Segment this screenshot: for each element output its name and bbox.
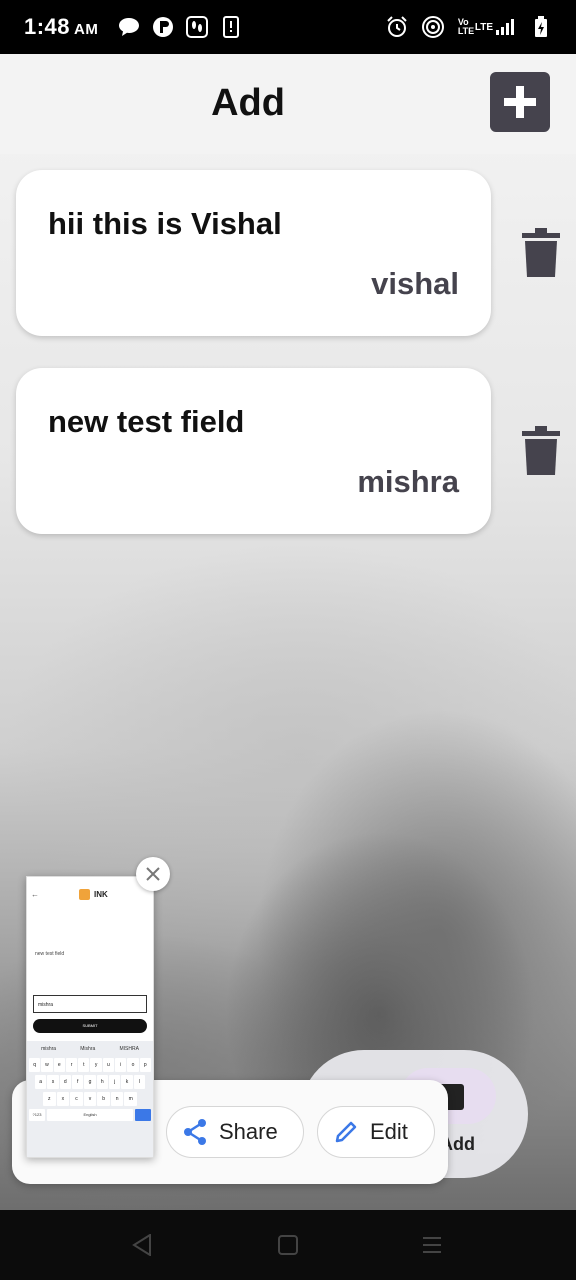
thumb-enter-key bbox=[135, 1109, 151, 1121]
edit-button[interactable]: Edit bbox=[317, 1106, 435, 1158]
thumb-key: n bbox=[110, 1092, 124, 1106]
close-icon bbox=[146, 867, 160, 881]
thumb-key-row: zxcvbnm bbox=[29, 1092, 151, 1106]
thumb-key: x bbox=[56, 1092, 70, 1106]
thumb-key: v bbox=[83, 1092, 97, 1106]
note-title: hii this is Vishal bbox=[48, 206, 282, 241]
thumb-key: a bbox=[35, 1075, 47, 1089]
thumb-key: z bbox=[43, 1092, 56, 1106]
thumb-app-logo bbox=[79, 888, 90, 900]
thumb-key: y bbox=[90, 1058, 102, 1072]
thumb-key: s bbox=[47, 1075, 59, 1089]
trash-icon bbox=[522, 426, 560, 475]
trash-icon bbox=[522, 228, 560, 277]
thumb-key: f bbox=[71, 1075, 84, 1089]
thumb-status-bar bbox=[27, 877, 153, 885]
back-icon[interactable] bbox=[132, 1234, 152, 1256]
delete-note-button[interactable] bbox=[522, 426, 560, 476]
battery-icon bbox=[530, 16, 552, 38]
status-time: 1:48 AM bbox=[24, 14, 98, 40]
pencil-icon bbox=[335, 1121, 357, 1143]
edit-label: Edit bbox=[370, 1119, 408, 1144]
hotspot-icon bbox=[421, 16, 444, 38]
thumb-key: k bbox=[121, 1075, 133, 1089]
alarm-icon bbox=[386, 16, 408, 38]
thumb-submit: SUBMIT bbox=[33, 1019, 147, 1033]
thumb-header: ← INK bbox=[27, 885, 153, 903]
thumb-keyboard: mishra Mishra MISHRA qwertyuiop asdfghjk… bbox=[27, 1041, 153, 1157]
share-label: Share bbox=[219, 1119, 278, 1144]
phone-icon bbox=[220, 16, 242, 38]
thumb-key: t bbox=[78, 1058, 90, 1072]
share-icon bbox=[184, 1119, 206, 1145]
thumb-key: c bbox=[70, 1092, 83, 1106]
screenshot-thumbnail[interactable]: ← INK new test field mishra SUBMIT mishr… bbox=[26, 876, 154, 1158]
thumb-input: mishra bbox=[33, 995, 147, 1013]
recents-icon[interactable] bbox=[422, 1236, 442, 1254]
app-r-icon bbox=[152, 16, 174, 38]
chat-bubble-icon bbox=[118, 16, 140, 38]
app-screen: Add hii this is Vishal vishal new test f… bbox=[0, 54, 576, 1210]
delete-note-button[interactable] bbox=[522, 228, 560, 278]
note-title: new test field bbox=[48, 404, 245, 439]
plus-icon bbox=[504, 86, 536, 118]
thumb-key: w bbox=[41, 1058, 53, 1072]
thumb-key-row: ?123 English bbox=[29, 1109, 151, 1121]
close-thumbnail-button[interactable] bbox=[136, 857, 170, 891]
home-icon[interactable] bbox=[278, 1235, 298, 1255]
app-header: Add bbox=[0, 54, 576, 154]
thumb-key: l bbox=[133, 1075, 145, 1089]
thumb-suggestion: MISHRA bbox=[119, 1046, 139, 1052]
thumb-key: r bbox=[65, 1058, 78, 1072]
share-button[interactable]: Share bbox=[166, 1106, 304, 1158]
thumb-key: o bbox=[127, 1058, 139, 1072]
lte-label: LTE bbox=[474, 21, 493, 33]
thumb-suggestion: Mishra bbox=[80, 1046, 96, 1052]
system-nav-bar bbox=[0, 1210, 576, 1280]
thumb-key: m bbox=[124, 1092, 138, 1106]
thumb-key: p bbox=[139, 1058, 151, 1072]
note-author: mishra bbox=[357, 464, 459, 499]
thumb-back-icon: ← bbox=[31, 889, 39, 899]
thumb-key: i bbox=[115, 1058, 127, 1072]
volte-lte-signal-icon: Vo LTE LTE bbox=[458, 18, 516, 36]
status-time-value: 1:48 bbox=[24, 14, 71, 39]
thumb-key-row: qwertyuiop bbox=[29, 1058, 151, 1072]
thumb-key-row: asdfghjkl bbox=[29, 1075, 151, 1089]
status-ampm: AM bbox=[74, 21, 99, 38]
add-note-button[interactable] bbox=[490, 72, 550, 132]
thumb-key: d bbox=[59, 1075, 71, 1089]
thumb-key: u bbox=[102, 1058, 115, 1072]
thumb-key: g bbox=[84, 1075, 96, 1089]
thumb-key: b bbox=[97, 1092, 110, 1106]
status-bar: 1:48 AM Vo LTE LTE bbox=[0, 0, 576, 54]
thumb-suggestions: mishra Mishra MISHRA bbox=[29, 1043, 151, 1055]
thumb-title: INK bbox=[94, 889, 108, 899]
thumb-key: h bbox=[96, 1075, 108, 1089]
thumb-key: j bbox=[108, 1075, 121, 1089]
thumb-suggestion: mishra bbox=[41, 1046, 57, 1052]
thumb-key: English bbox=[47, 1109, 133, 1121]
note-author: vishal bbox=[371, 266, 459, 301]
thumb-key: q bbox=[29, 1058, 41, 1072]
note-card[interactable]: new test field mishra bbox=[16, 368, 491, 534]
thumb-key: e bbox=[53, 1058, 65, 1072]
thumb-key: ?123 bbox=[29, 1109, 45, 1121]
feet-icon bbox=[186, 16, 209, 38]
note-card[interactable]: hii this is Vishal vishal bbox=[16, 170, 491, 336]
volte-label: Vo LTE bbox=[457, 17, 475, 36]
page-title: Add bbox=[211, 82, 285, 124]
